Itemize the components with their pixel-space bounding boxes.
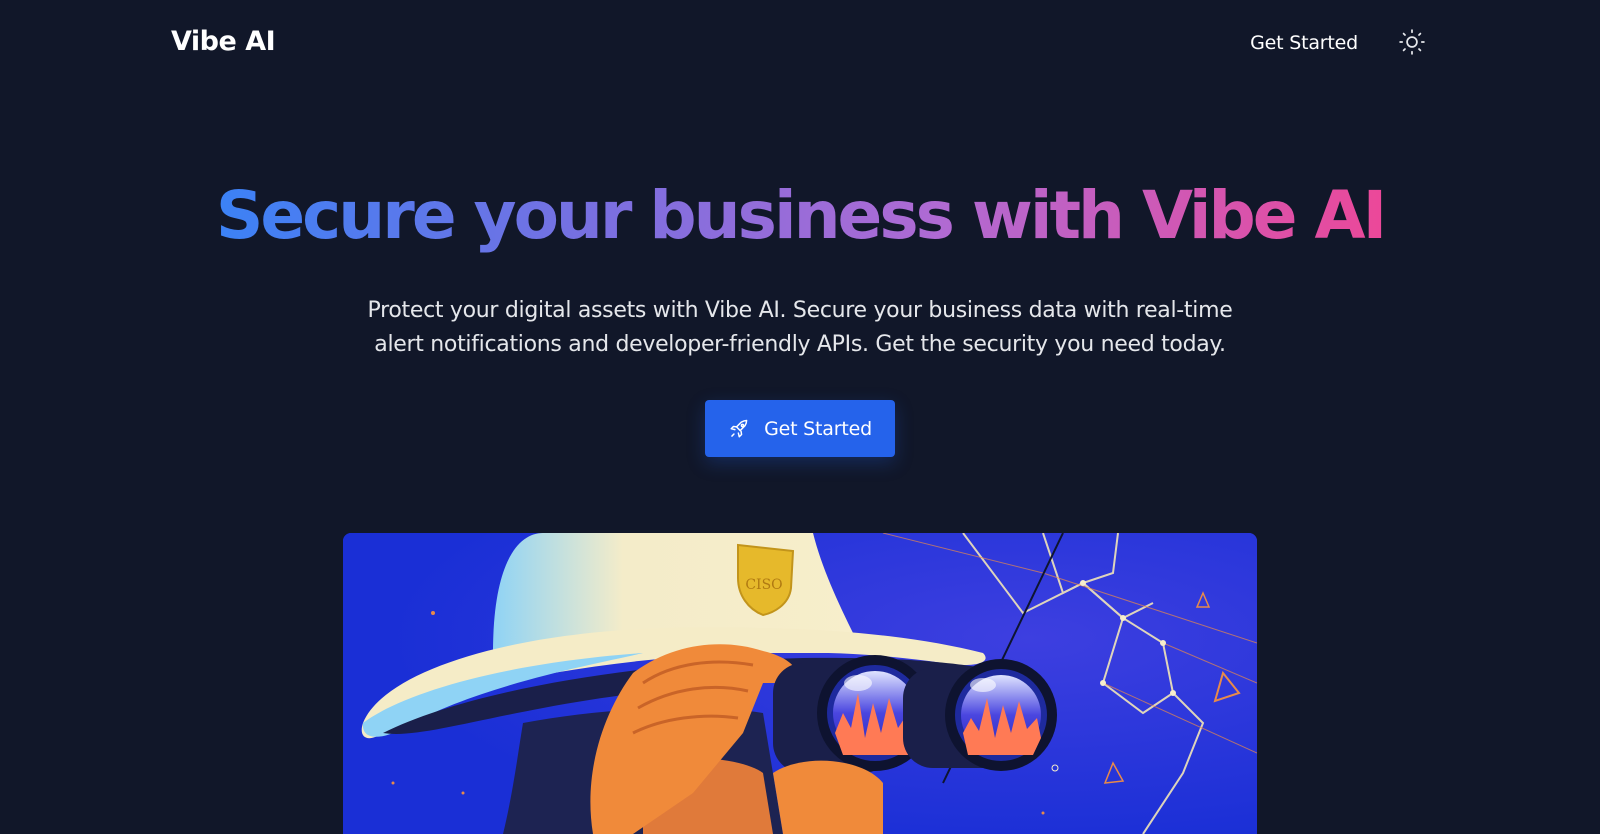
sun-icon (1399, 29, 1425, 55)
get-started-button-label: Get Started (764, 417, 872, 440)
logo[interactable]: Vibe AI (171, 24, 276, 60)
site-header: Vibe AI Get Started (0, 0, 1600, 86)
nav-get-started-link[interactable]: Get Started (1250, 30, 1358, 56)
hero-illustration: CISO (343, 533, 1257, 834)
rocket-icon (730, 419, 748, 438)
hero-title: Secure your business with Vibe AI (0, 174, 1600, 258)
hero-subtitle: Protect your digital assets with Vibe AI… (300, 294, 1300, 362)
badge-text: CISO (745, 577, 782, 593)
theme-toggle-button[interactable] (1398, 28, 1426, 56)
get-started-button[interactable]: Get Started (705, 400, 895, 457)
hero-title-text: Secure your business with Vibe AI (215, 177, 1387, 254)
landing-page: Vibe AI Get Started Secure your business… (0, 0, 1600, 834)
hero-subtitle-line-1: Protect your digital assets with Vibe AI… (367, 298, 1233, 323)
hero-subtitle-line-2: alert notifications and developer-friend… (374, 332, 1226, 357)
